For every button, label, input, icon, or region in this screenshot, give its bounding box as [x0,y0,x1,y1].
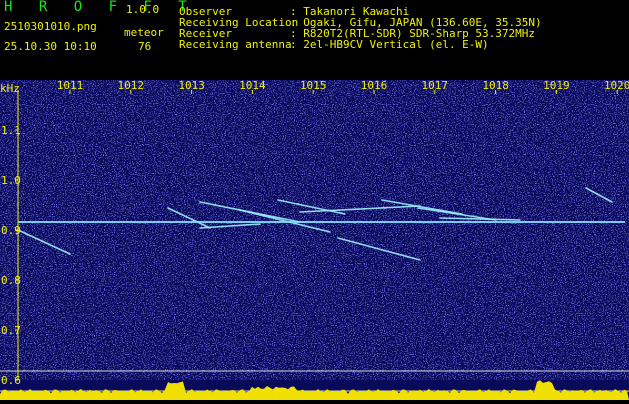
file-datetime: 25.10.30 10:10 [4,40,97,53]
antenna-label: Receiving antenna [179,38,292,51]
meteor-count: 76 [138,40,152,53]
header-panel: H R O F F T 1.0.0 2510301010.png 25.10.3… [0,0,629,80]
spectrogram-canvas: 1011 1012 1013 1014 1015 1016 1017 1018 1019 1020… [0,79,629,400]
app-title: H R O F F T [4,0,196,15]
app-version: 1.0.0 [126,3,160,16]
time-tick-label: 1020 [604,80,629,92]
file-name: 2510301010.png [4,20,97,33]
meteor-label: meteor [124,26,164,39]
spectrogram: 1011 1012 1013 1014 1015 1016 1017 1018 1019 1020… [0,79,629,400]
freq-unit-label: kHz [0,82,20,95]
noise-layer [0,80,629,380]
antenna-value: : 2el-HB9CV Vertical (el. E-W) [290,38,489,51]
